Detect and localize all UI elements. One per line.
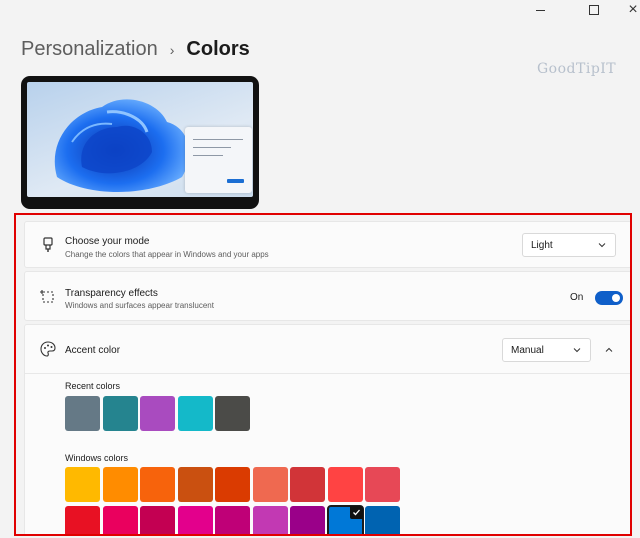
mode-description: Change the colors that appear in Windows… — [65, 250, 269, 259]
accent-dropdown-value: Manual — [511, 344, 544, 356]
color-swatch[interactable] — [65, 506, 100, 534]
close-button[interactable]: × — [613, 0, 640, 20]
accent-title: Accent color — [65, 345, 121, 356]
transparency-setting-card: Transparency effects Windows and surface… — [24, 271, 630, 321]
windows-colors-label: Windows colors — [65, 453, 129, 463]
recent-colors-label: Recent colors — [65, 381, 121, 391]
transparency-state-label: On — [570, 292, 584, 303]
color-swatch[interactable] — [365, 467, 400, 502]
color-swatch[interactable] — [215, 467, 250, 502]
breadcrumb: Personalization › Colors — [21, 38, 250, 61]
maximize-button[interactable] — [574, 0, 614, 20]
minimize-button[interactable] — [520, 0, 560, 20]
title-bar: × — [0, 0, 640, 20]
color-swatch[interactable] — [65, 467, 100, 502]
checkmark-icon — [349, 506, 363, 519]
transparency-icon — [40, 290, 54, 303]
toggle-knob — [612, 294, 620, 302]
chevron-up-icon — [605, 347, 613, 352]
color-swatch[interactable] — [290, 506, 325, 534]
color-swatch[interactable] — [65, 396, 100, 431]
preview-line — [193, 147, 231, 148]
mode-dropdown[interactable]: Light — [522, 233, 616, 257]
close-icon: × — [628, 1, 638, 18]
chevron-down-icon — [598, 243, 606, 248]
mode-dropdown-value: Light — [531, 239, 553, 251]
chevron-down-icon — [573, 348, 581, 353]
maximize-icon — [589, 5, 599, 15]
preview-window — [185, 127, 252, 193]
color-swatch[interactable] — [215, 506, 250, 534]
page-title: Colors — [186, 38, 250, 60]
color-swatch[interactable] — [177, 467, 213, 502]
theme-preview — [21, 76, 259, 209]
mode-title: Choose your mode — [65, 236, 150, 247]
paintbrush-icon — [43, 237, 53, 252]
color-swatch[interactable] — [140, 396, 175, 431]
transparency-toggle[interactable] — [595, 291, 623, 305]
watermark: GoodTipIT — [537, 61, 617, 77]
color-swatch[interactable] — [290, 467, 325, 502]
palette-icon — [40, 341, 56, 357]
color-swatch[interactable] — [215, 396, 250, 431]
minimize-icon — [535, 9, 545, 11]
accent-dropdown[interactable]: Manual — [502, 338, 591, 362]
chevron-right-icon: › — [169, 41, 175, 58]
breadcrumb-parent[interactable]: Personalization — [21, 38, 158, 61]
collapse-button[interactable] — [597, 338, 621, 362]
color-swatch[interactable] — [102, 396, 138, 431]
preview-accent-button — [227, 179, 244, 183]
preview-line — [193, 155, 223, 156]
preview-wallpaper — [27, 82, 253, 197]
color-swatch[interactable] — [365, 506, 400, 534]
settings-panel: Choose your mode Change the colors that … — [14, 213, 632, 536]
color-swatch[interactable] — [177, 396, 213, 431]
transparency-title: Transparency effects — [65, 288, 158, 299]
color-swatch[interactable] — [140, 506, 175, 534]
color-swatch[interactable] — [140, 467, 175, 502]
mode-setting-card: Choose your mode Change the colors that … — [24, 221, 630, 268]
color-swatch[interactable] — [327, 467, 363, 502]
color-swatch[interactable] — [102, 467, 138, 502]
accent-setting-card: Accent color Manual Recent colors Window… — [24, 324, 630, 534]
color-swatch[interactable] — [177, 506, 213, 534]
color-swatch[interactable] — [102, 506, 138, 534]
color-swatch[interactable] — [252, 506, 288, 534]
preview-line — [193, 139, 243, 140]
color-swatch[interactable] — [252, 467, 288, 502]
color-swatch[interactable] — [326, 505, 364, 534]
divider — [25, 373, 630, 374]
transparency-description: Windows and surfaces appear translucent — [65, 301, 214, 310]
